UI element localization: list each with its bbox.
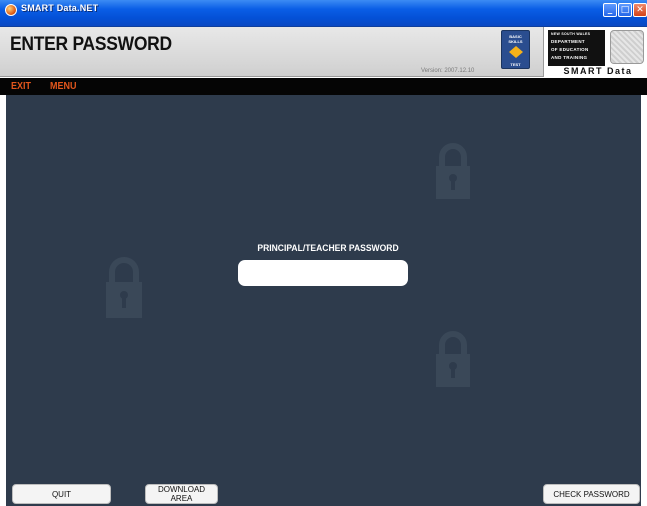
lock-icon [435,141,471,199]
app-icon [5,4,17,16]
version-label: Version: 2007.12.10 [421,68,475,74]
coat-of-arms-icon [610,30,644,64]
lock-icon [105,255,143,318]
window-title: SMART Data.NET [21,3,99,13]
bst-diamond-icon [509,46,523,58]
download-area-button[interactable]: DOWNLOAD AREA [145,484,218,504]
quit-button[interactable]: QUIT [12,484,111,504]
password-label: PRINCIPAL/TEACHER PASSWORD [257,243,399,254]
lock-icon [435,329,471,387]
basic-skills-test-logo: BASIC SKILLS TEST [501,30,530,69]
window-title-bar: SMART Data.NET _ □ ✕ [0,0,647,27]
department-logo-panel: NEW SOUTH WALES DEPARTMENT OF EDUCATION … [543,27,647,77]
product-name: SMART Data [563,66,633,76]
password-input[interactable] [238,260,408,286]
page-title: ENTER PASSWORD [10,34,172,55]
check-password-button[interactable]: CHECK PASSWORD [543,484,640,504]
page-header: ENTER PASSWORD Version: 2007.12.10 BASIC… [0,27,647,77]
minimize-button[interactable]: _ [603,3,617,17]
main-panel: PRINCIPAL/TEACHER PASSWORD [6,95,641,478]
menu-exit[interactable]: EXIT [11,81,31,92]
department-logo: NEW SOUTH WALES DEPARTMENT OF EDUCATION … [548,30,605,66]
close-button[interactable]: ✕ [633,3,647,17]
menu-menu[interactable]: MENU [50,81,77,92]
maximize-button[interactable]: □ [618,3,632,17]
menu-bar: EXIT MENU [0,78,647,95]
